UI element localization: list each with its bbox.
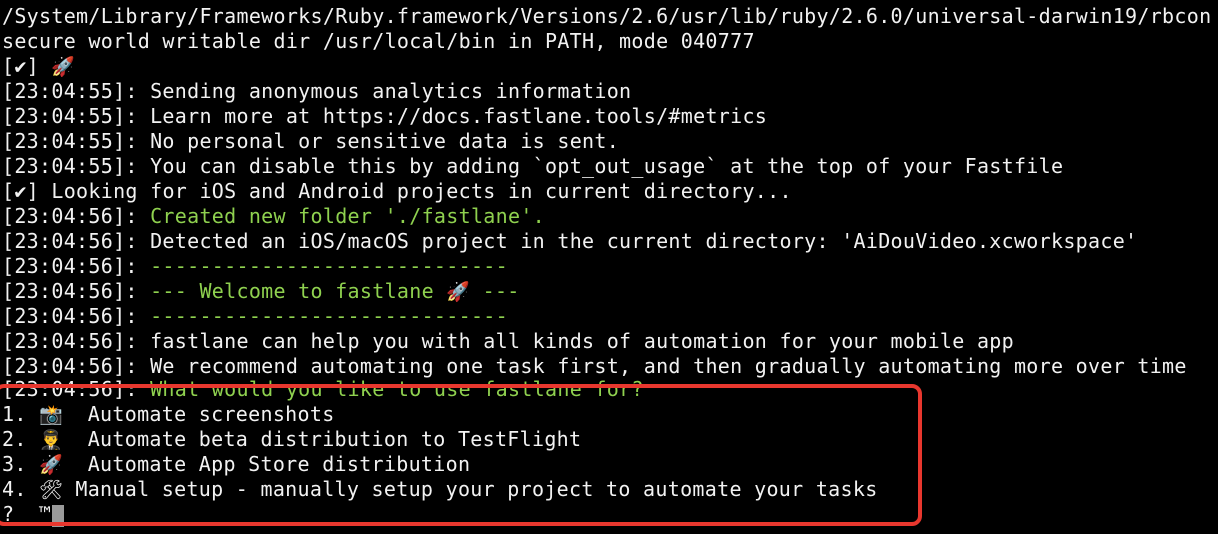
terminal-line: [23:04:55]: No personal or sensitive dat…: [2, 129, 620, 153]
prompt-symbol: ?: [2, 502, 15, 526]
terminal-line: [✔] Looking for iOS and Android projects…: [2, 179, 792, 203]
terminal-line: [23:04:55]: You can disable this by addi…: [2, 154, 1064, 178]
terminal-line: [23:04:55]: Learn more at https://docs.f…: [2, 104, 768, 128]
rocket-icon: 🚀: [446, 281, 471, 303]
terminal-line: secure world writable dir /usr/local/bin…: [2, 29, 755, 53]
terminal-line: [23:04:55]: Sending anonymous analytics …: [2, 79, 632, 103]
camera-flash-icon: 📸: [39, 404, 64, 426]
terminal-line: [23:04:56]: Detected an iOS/macOS projec…: [2, 229, 1138, 253]
menu-option-3[interactable]: 3. 🚀 Automate App Store distribution: [2, 452, 470, 477]
terminal-line: [23:04:56]: What would you like to use f…: [2, 377, 644, 401]
terminal-line: [23:04:56]: --- Welcome to fastlane 🚀 --…: [2, 279, 520, 303]
menu-option-1[interactable]: 1. 📸 Automate screenshots: [2, 402, 335, 427]
terminal-line: [23:04:56]: Created new folder './fastla…: [2, 204, 546, 228]
terminal-line: [23:04:56]: fastlane can help you with a…: [2, 329, 1014, 353]
terminal-line: [23:04:56]: ----------------------------…: [2, 304, 508, 328]
terminal-line: [23:04:56]: ----------------------------…: [2, 254, 508, 278]
prompt-input[interactable]: ™: [39, 502, 51, 526]
terminal-line: [✔] 🚀: [2, 54, 76, 78]
terminal-line: [23:04:56]: We recommend automating one …: [2, 354, 1187, 378]
menu-option-4[interactable]: 4. 🛠 Manual setup - manually setup your …: [2, 477, 878, 502]
text-cursor: [52, 504, 65, 527]
rocket-icon: 🚀: [39, 454, 64, 476]
pilot-icon: 👨‍✈️: [39, 429, 64, 451]
terminal-window[interactable]: /System/Library/Frameworks/Ruby.framewor…: [0, 0, 1218, 534]
hammer-wrench-icon: 🛠: [39, 479, 64, 501]
terminal-line: /System/Library/Frameworks/Ruby.framewor…: [2, 4, 1212, 28]
input-prompt[interactable]: ? ™: [2, 502, 65, 527]
menu-option-2[interactable]: 2. 👨‍✈️ Automate beta distribution to Te…: [2, 427, 581, 452]
rocket-icon: 🚀: [51, 56, 76, 78]
